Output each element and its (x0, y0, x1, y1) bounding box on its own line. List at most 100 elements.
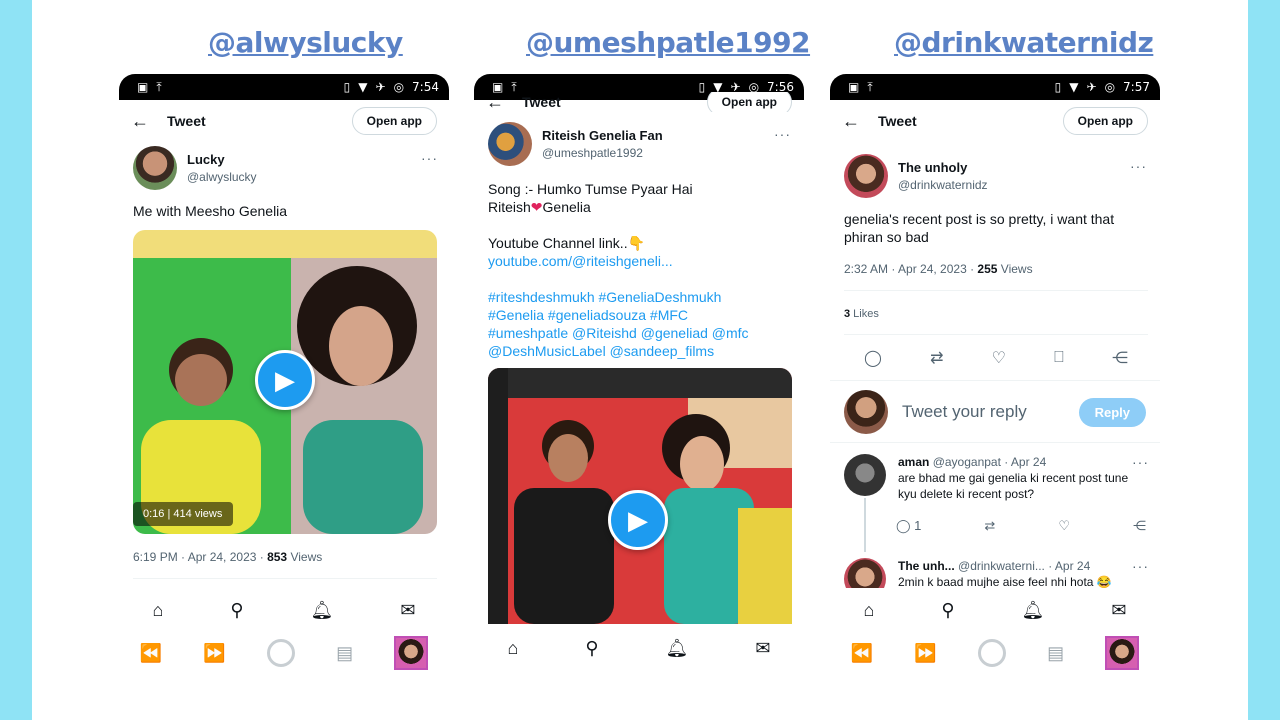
rewind-icon[interactable]: ⏪ (851, 643, 873, 664)
like-icon[interactable]: ♡ (992, 348, 1006, 368)
search-icon[interactable]: ⚲ (941, 600, 954, 621)
back-arrow-icon[interactable]: ← (486, 92, 522, 112)
views-label: Views (287, 550, 323, 564)
avatar[interactable] (133, 146, 177, 190)
reply-input[interactable]: Tweet your reply (902, 402, 1079, 422)
more-options-icon[interactable]: ··· (1130, 158, 1147, 174)
hashtags-line-2[interactable]: #Genelia #geneliadsouza #MFC (488, 306, 794, 324)
author-name: Riteish Genelia Fan (542, 128, 663, 143)
tweet-author[interactable]: Lucky @alwyslucky (133, 146, 257, 190)
reply-button[interactable]: Reply (1078, 397, 1146, 427)
retweet-icon[interactable]: ⇄ (930, 348, 943, 368)
reply-text: 2min k baad mujhe aise feel nhi hota 😂 (898, 575, 1112, 588)
handle-1[interactable]: @alwyslucky (208, 26, 403, 59)
notifications-icon[interactable]: 🔔︎ (311, 600, 334, 621)
reply-count: 1 (914, 518, 922, 533)
wifi-icon: ▼ (1069, 80, 1079, 94)
like-icon[interactable]: ♡ (1058, 518, 1070, 534)
reply-composer: Tweet your reply Reply (844, 390, 1146, 434)
likes-line[interactable]: 3 Likes (844, 308, 879, 320)
play-icon[interactable]: ▶ (255, 350, 315, 410)
video-views: 414 views (173, 508, 223, 520)
data-saver-icon: ◎ (1104, 80, 1116, 94)
avatar[interactable] (844, 558, 886, 588)
bottom-tab-bar: ⌂ ⚲ 🔔︎ ✉ (830, 590, 1160, 630)
browser-nav-bar: ⏪ ⏩ ▤ (830, 630, 1160, 676)
play-icon[interactable]: ▶ (608, 490, 668, 550)
more-options-icon[interactable]: ··· (421, 150, 438, 166)
action-bar: ◯ ⇄ ♡ ⎕ ⋲ (864, 348, 1128, 368)
handle-3[interactable]: @drinkwaternidz (894, 26, 1154, 59)
more-options-icon[interactable]: ··· (1132, 558, 1149, 574)
author-handle: @drinkwaternidz (898, 178, 988, 192)
forward-icon[interactable]: ⏩ (914, 643, 936, 664)
search-icon[interactable]: ⚲ (585, 638, 598, 659)
rewind-icon[interactable]: ⏪ (140, 643, 162, 664)
tweet-header-scrolled: ← Tweet Open app (474, 92, 804, 112)
open-app-button[interactable]: Open app (706, 92, 792, 112)
views-count: 853 (267, 550, 288, 564)
open-app-button[interactable]: Open app (351, 107, 437, 135)
tweet-meta: 2:32 AM · Apr 24, 2023 · 255 Views (844, 262, 1033, 276)
home-icon[interactable]: ⌂ (863, 600, 874, 621)
reply-icon[interactable]: ◯ (864, 348, 882, 368)
avatar[interactable] (844, 154, 888, 198)
divider (133, 578, 437, 579)
back-arrow-icon[interactable]: ← (131, 111, 167, 132)
share-icon[interactable]: ⋲ (1112, 348, 1128, 368)
divider (844, 290, 1148, 291)
header-title: Tweet (522, 94, 561, 110)
thread-line (864, 498, 866, 552)
tweet-author[interactable]: Riteish Genelia Fan @umeshpatle1992 (488, 122, 663, 166)
bookmark-icon[interactable]: ⎕ (1054, 349, 1064, 367)
views-count: 255 (977, 262, 998, 276)
tweet-header: ← Tweet Open app (119, 104, 449, 138)
views-label: Views (997, 262, 1033, 276)
status-time: 7:57 (1123, 80, 1150, 94)
status-bar: ▣ ⤒ ▯ ▼ ✈ ◎ 7:57 (830, 74, 1160, 100)
avatar[interactable] (488, 122, 532, 166)
notifications-icon[interactable]: 🔔︎ (666, 638, 689, 659)
avatar[interactable] (844, 454, 886, 496)
tweet-author[interactable]: The unholy @drinkwaternidz (844, 154, 988, 198)
reply-item[interactable]: aman @ayoganpat · Apr 24 are bhad me gai… (844, 454, 1148, 502)
profile-thumbnail[interactable] (394, 636, 429, 670)
handle-2[interactable]: @umeshpatle1992 (526, 26, 811, 59)
status-time: 7:54 (412, 80, 439, 94)
search-icon[interactable]: ⚲ (230, 600, 243, 621)
loading-spinner-icon (266, 639, 295, 667)
back-arrow-icon[interactable]: ← (842, 111, 878, 132)
hashtags-line-3[interactable]: #umeshpatle @Riteishd @geneliad @mfc (488, 324, 794, 342)
messages-icon[interactable]: ✉ (1111, 600, 1126, 621)
hashtags-line-1[interactable]: #riteshdeshmukh #GeneliaDeshmukh (488, 288, 794, 306)
header-title: Tweet (167, 113, 206, 129)
reply-item[interactable]: The unh... @drinkwaterni... · Apr 24 2mi… (844, 558, 1148, 588)
home-icon[interactable]: ⌂ (152, 600, 163, 621)
gift-icon[interactable]: ▤ (336, 643, 353, 664)
notifications-icon[interactable]: 🔔︎ (1022, 600, 1045, 621)
more-options-icon[interactable]: ··· (1132, 454, 1149, 470)
reply-meta: @ayoganpat · Apr 24 (929, 455, 1047, 469)
pointing-down-icon: 👇 (627, 235, 646, 251)
open-app-button[interactable]: Open app (1062, 107, 1148, 135)
hashtags-line-4[interactable]: @DeshMusicLabel @sandeep_films (488, 342, 794, 360)
more-options-icon[interactable]: ··· (774, 126, 791, 142)
video-player[interactable]: ▶ (488, 368, 792, 624)
youtube-link[interactable]: youtube.com/@riteishgeneli... (488, 252, 794, 270)
divider (844, 334, 1148, 335)
notification-icon: ▣ (137, 80, 149, 94)
messages-icon[interactable]: ✉ (755, 638, 770, 659)
video-player[interactable]: ▶ 0:16 | 414 views (133, 230, 437, 534)
forward-icon[interactable]: ⏩ (203, 643, 225, 664)
home-icon[interactable]: ⌂ (507, 638, 518, 659)
airplane-icon: ✈ (375, 80, 386, 94)
author-name: Lucky (187, 152, 225, 167)
messages-icon[interactable]: ✉ (400, 600, 415, 621)
tweet-text: genelia's recent post is so pretty, i wa… (844, 211, 1115, 245)
retweet-icon[interactable]: ⇄ (984, 518, 995, 534)
share-icon[interactable]: ⋲ (1133, 518, 1146, 534)
timestamp: 2:32 AM · Apr 24, 2023 · (844, 262, 978, 276)
profile-thumbnail[interactable] (1105, 636, 1140, 670)
reply-icon[interactable]: ◯ 1 (896, 518, 921, 534)
gift-icon[interactable]: ▤ (1047, 643, 1064, 664)
